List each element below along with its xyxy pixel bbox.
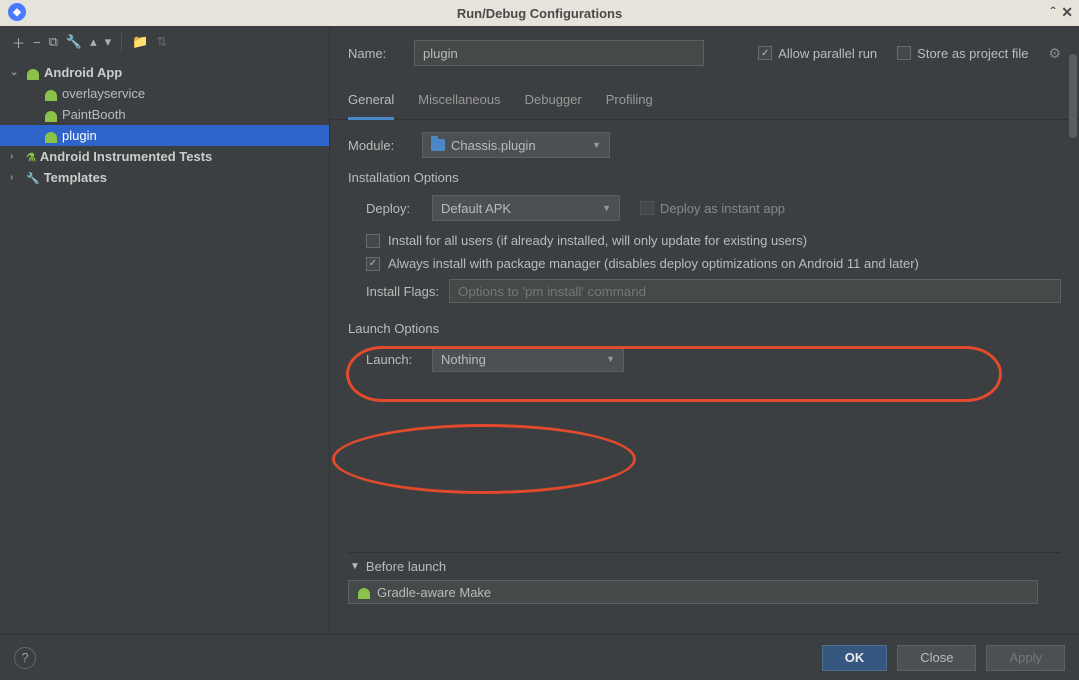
android-icon [44, 87, 58, 101]
sidebar: ＋ − ⧉ 🔧 ▴ ▾ 📁 ⇅ ⌄ Android App overlayser… [0, 26, 330, 634]
chevron-down-icon: ▼ [606, 354, 615, 364]
tree-item-paintbooth[interactable]: PaintBooth [0, 104, 329, 125]
app-icon: ◆ [8, 3, 26, 21]
android-icon [44, 108, 58, 122]
window-title: Run/Debug Configurations [457, 6, 622, 21]
tree-label: overlayservice [62, 86, 145, 101]
deploy-instant-check[interactable]: Deploy as instant app [640, 201, 785, 216]
tab-misc[interactable]: Miscellaneous [418, 92, 500, 119]
toolbar-separator [121, 33, 122, 51]
minimize-icon[interactable]: ˆ [1051, 4, 1056, 21]
checkbox-icon [897, 46, 911, 60]
module-folder-icon [431, 139, 445, 151]
android-icon [44, 129, 58, 143]
checkbox-icon [366, 257, 380, 271]
tree-label: PaintBooth [62, 107, 126, 122]
tree-label: Android App [44, 65, 122, 80]
check-label: Store as project file [917, 46, 1028, 61]
folder-icon[interactable]: 📁 [132, 34, 148, 50]
name-label: Name: [348, 46, 404, 61]
tree-group-instrumented[interactable]: › Android Instrumented Tests [0, 146, 329, 167]
chevron-right-icon: › [10, 151, 22, 162]
always-package-manager-check[interactable]: Always install with package manager (dis… [366, 256, 1061, 271]
install-section-label: Installation Options [348, 170, 1061, 185]
check-label: Install for all users (if already instal… [388, 233, 807, 248]
gear-icon[interactable]: ⚙ [1048, 45, 1061, 62]
install-flags-label: Install Flags: [366, 284, 439, 299]
launch-section-label: Launch Options [348, 321, 1061, 336]
help-button[interactable]: ? [14, 647, 36, 669]
allow-parallel-check[interactable]: Allow parallel run [758, 46, 877, 61]
android-icon [26, 66, 40, 80]
config-tree: ⌄ Android App overlayservice PaintBooth … [0, 58, 329, 188]
content-panel: Name: Allow parallel run Store as projec… [330, 26, 1079, 634]
name-input[interactable] [414, 40, 704, 66]
titlebar: ◆ Run/Debug Configurations ˆ ✕ [0, 0, 1079, 26]
apply-button[interactable]: Apply [986, 645, 1065, 671]
tab-general[interactable]: General [348, 92, 394, 120]
sort-icon[interactable]: ⇅ [156, 34, 167, 50]
before-launch-label: Before launch [366, 559, 446, 574]
android-icon [357, 585, 371, 599]
before-launch-item[interactable]: Gradle-aware Make [348, 580, 1038, 604]
check-label: Always install with package manager (dis… [388, 256, 919, 271]
module-dropdown[interactable]: Chassis.plugin ▼ [422, 132, 610, 158]
checkbox-icon [758, 46, 772, 60]
dropdown-value: Default APK [441, 201, 511, 216]
footer: ? OK Close Apply [0, 634, 1079, 680]
tree-label: plugin [62, 128, 97, 143]
before-launch-item-label: Gradle-aware Make [377, 585, 491, 600]
tree-group-templates[interactable]: › Templates [0, 167, 329, 188]
sidebar-toolbar: ＋ − ⧉ 🔧 ▴ ▾ 📁 ⇅ [0, 26, 329, 58]
check-label: Allow parallel run [778, 46, 877, 61]
close-button[interactable]: Close [897, 645, 976, 671]
copy-config-icon[interactable]: ⧉ [49, 34, 58, 50]
up-icon[interactable]: ▴ [90, 34, 97, 50]
dropdown-value: Nothing [441, 352, 486, 367]
add-config-icon[interactable]: ＋ [12, 33, 25, 52]
checkbox-icon [640, 201, 654, 215]
before-launch-toggle[interactable]: ▼ Before launch [348, 553, 1061, 580]
edit-icon[interactable]: 🔧 [66, 34, 82, 50]
tree-item-overlayservice[interactable]: overlayservice [0, 83, 329, 104]
check-label: Deploy as instant app [660, 201, 785, 216]
flask-icon [26, 149, 36, 164]
tree-group-android-app[interactable]: ⌄ Android App [0, 62, 329, 83]
install-all-users-check[interactable]: Install for all users (if already instal… [366, 233, 1061, 248]
deploy-dropdown[interactable]: Default APK ▼ [432, 195, 620, 221]
tree-label: Android Instrumented Tests [40, 149, 212, 164]
checkbox-icon [366, 234, 380, 248]
tab-profiling[interactable]: Profiling [606, 92, 653, 119]
down-icon[interactable]: ▾ [105, 34, 112, 50]
chevron-down-icon: ▼ [592, 140, 601, 150]
chevron-down-icon: ▼ [602, 203, 611, 213]
tree-item-plugin[interactable]: plugin [0, 125, 329, 146]
launch-label: Launch: [366, 352, 422, 367]
chevron-down-icon: ▼ [350, 561, 360, 572]
tab-debugger[interactable]: Debugger [525, 92, 582, 119]
module-label: Module: [348, 138, 412, 153]
tabs: General Miscellaneous Debugger Profiling [330, 74, 1079, 120]
general-panel: Module: Chassis.plugin ▼ Installation Op… [330, 120, 1079, 616]
close-window-icon[interactable]: ✕ [1061, 4, 1073, 21]
deploy-label: Deploy: [366, 201, 422, 216]
remove-config-icon[interactable]: − [33, 35, 41, 50]
tree-label: Templates [44, 170, 107, 185]
launch-dropdown[interactable]: Nothing ▼ [432, 346, 624, 372]
install-flags-input[interactable] [449, 279, 1061, 303]
ok-button[interactable]: OK [822, 645, 888, 671]
annotation-ellipse [332, 424, 636, 494]
wrench-icon [26, 170, 40, 185]
store-project-check[interactable]: Store as project file [897, 46, 1028, 61]
dropdown-value: Chassis.plugin [451, 138, 536, 153]
chevron-right-icon: › [10, 172, 22, 183]
chevron-down-icon: ⌄ [10, 67, 22, 78]
